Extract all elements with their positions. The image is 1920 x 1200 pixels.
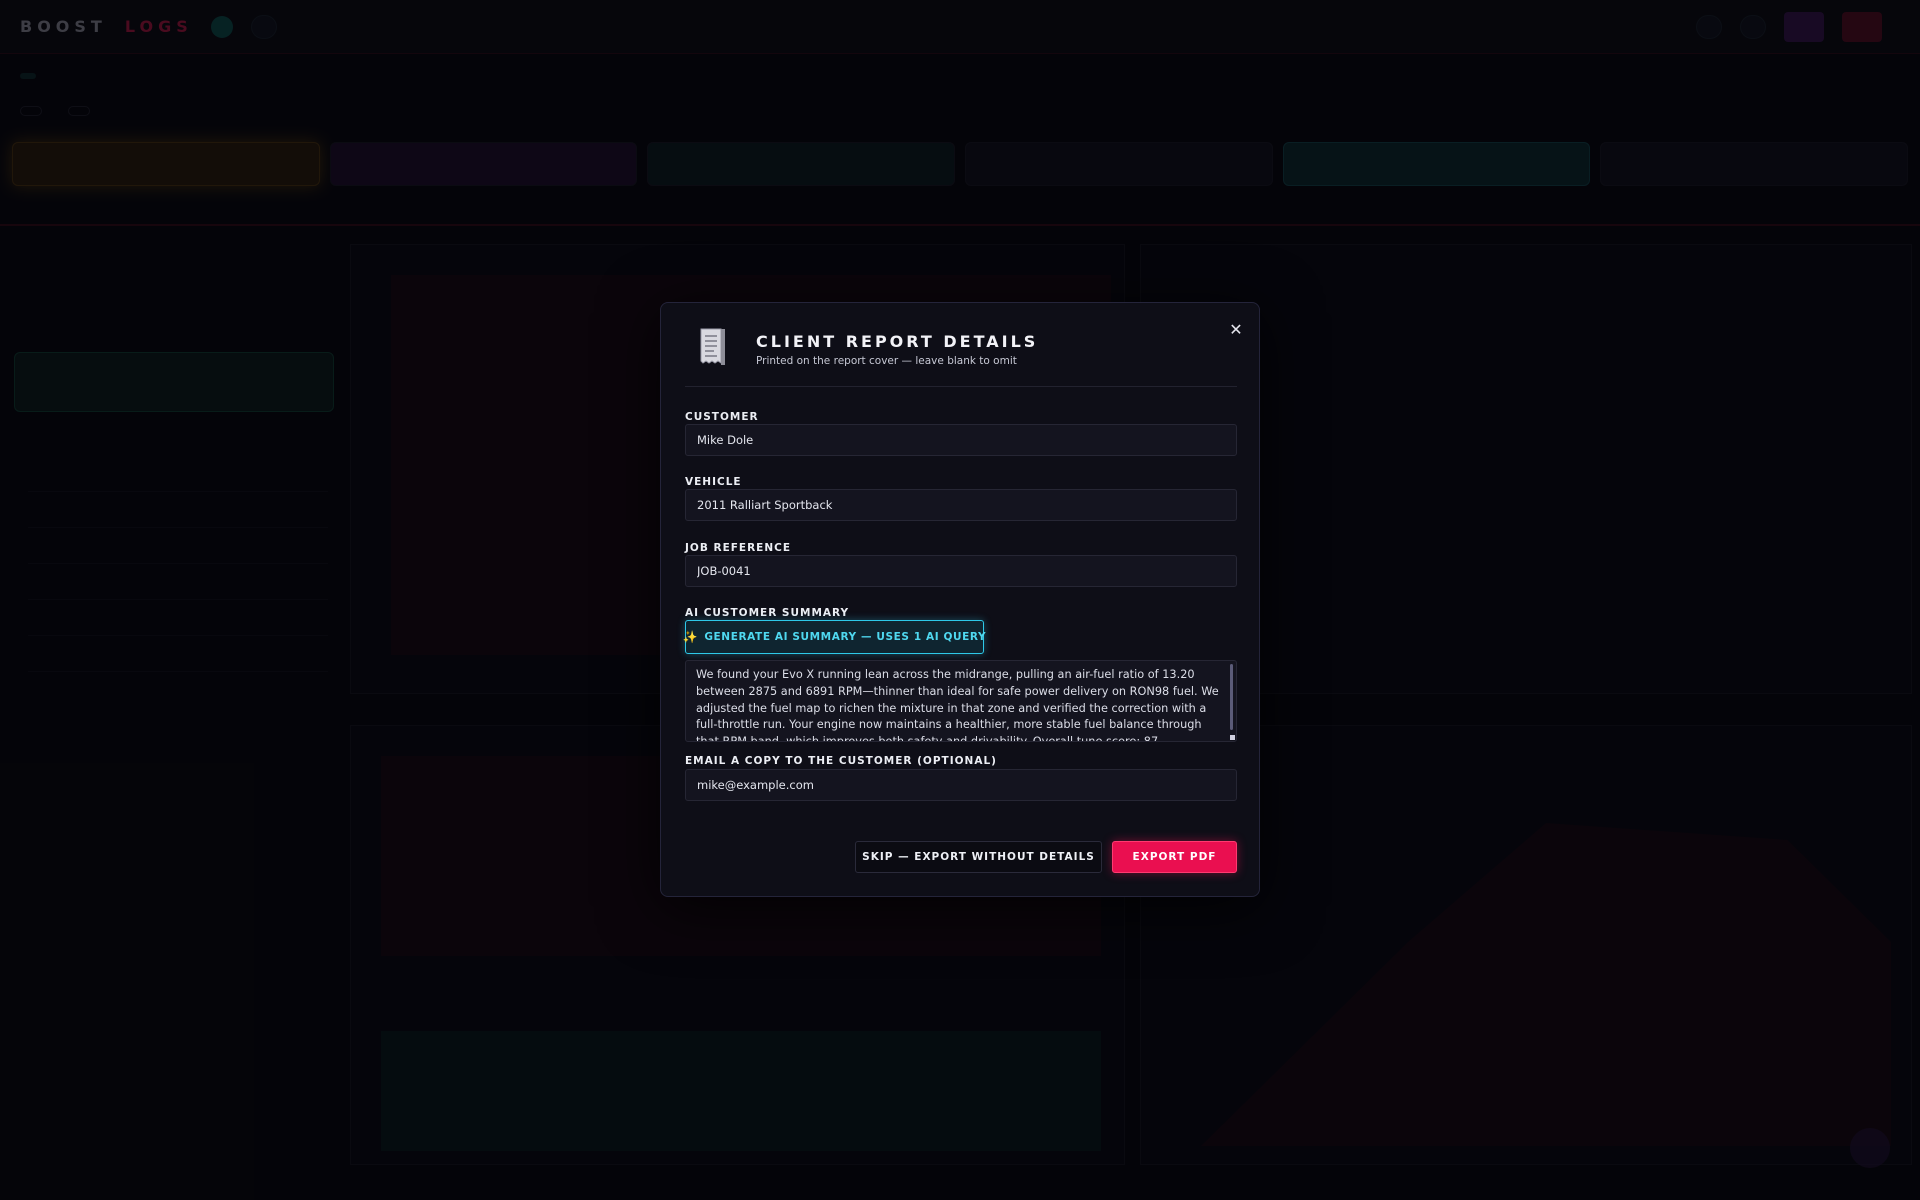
resize-handle[interactable] bbox=[1230, 735, 1235, 740]
modal-header: CLIENT REPORT DETAILS Printed on the rep… bbox=[685, 321, 1237, 387]
close-icon[interactable]: ✕ bbox=[1227, 321, 1245, 339]
skip-export-button[interactable]: SKIP — EXPORT WITHOUT DETAILS bbox=[855, 841, 1102, 873]
email-input[interactable] bbox=[685, 769, 1237, 801]
ai-summary-text: We found your Evo X running lean across … bbox=[696, 668, 1219, 742]
customer-input[interactable] bbox=[685, 424, 1237, 456]
modal-title: CLIENT REPORT DETAILS bbox=[756, 332, 1039, 351]
customer-label: CUSTOMER bbox=[685, 411, 759, 423]
receipt-icon bbox=[700, 328, 725, 365]
modal-subtitle: Printed on the report cover — leave blan… bbox=[756, 355, 1017, 367]
export-pdf-button[interactable]: EXPORT PDF bbox=[1112, 841, 1237, 873]
job-reference-input[interactable] bbox=[685, 555, 1237, 587]
vehicle-label: VEHICLE bbox=[685, 476, 742, 488]
email-label: EMAIL A COPY TO THE CUSTOMER (OPTIONAL) bbox=[685, 755, 997, 767]
generate-ai-summary-button[interactable]: ✨ GENERATE AI SUMMARY — USES 1 AI QUERY bbox=[682, 620, 987, 654]
vehicle-input[interactable] bbox=[685, 489, 1237, 521]
scrollbar-thumb[interactable] bbox=[1230, 664, 1233, 730]
client-report-modal: CLIENT REPORT DETAILS Printed on the rep… bbox=[660, 302, 1260, 897]
ai-summary-textarea[interactable]: We found your Evo X running lean across … bbox=[685, 660, 1237, 742]
job-reference-label: JOB REFERENCE bbox=[685, 542, 792, 554]
ai-summary-label: AI CUSTOMER SUMMARY bbox=[685, 607, 850, 619]
sparkles-icon: ✨ bbox=[682, 630, 699, 644]
generate-ai-summary-label: GENERATE AI SUMMARY — USES 1 AI QUERY bbox=[704, 631, 987, 643]
